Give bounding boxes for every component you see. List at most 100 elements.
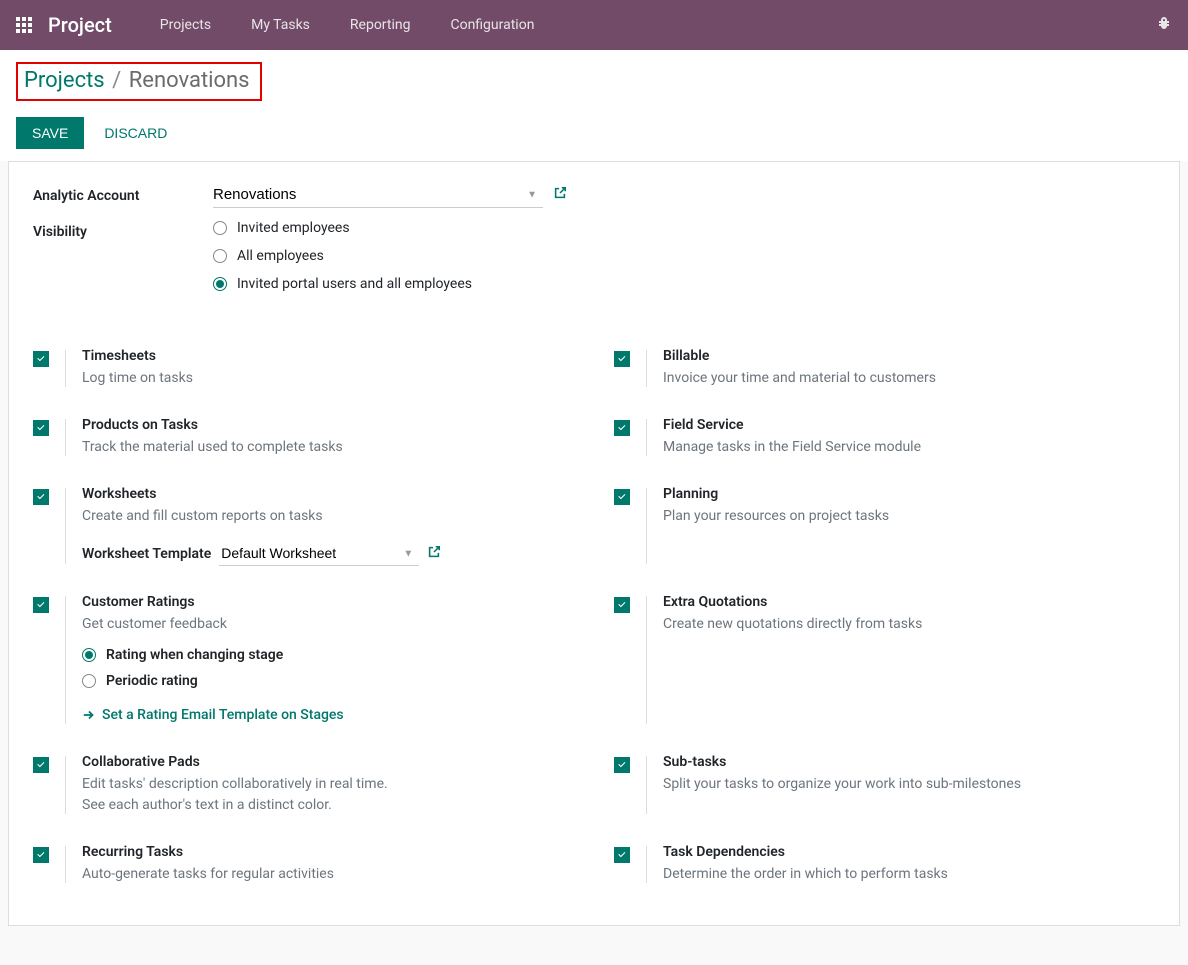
feature-title: Sub-tasks [663,754,1155,770]
feature-desc: Determine the order in which to perform … [663,864,1155,885]
feature-worksheets: Worksheets Create and fill custom report… [33,478,574,586]
feature-title: Products on Tasks [82,417,574,433]
link-text: Set a Rating Email Template on Stages [102,707,344,723]
checkbox-recurring-tasks[interactable] [33,847,49,863]
checkbox-timesheets[interactable] [33,351,49,367]
breadcrumb-root[interactable]: Projects [24,68,105,93]
feature-title: Billable [663,348,1155,364]
rating-option-stage[interactable]: Rating when changing stage [82,647,574,663]
apps-icon[interactable] [16,17,32,33]
feature-desc: Get customer feedback [82,614,574,635]
checkbox-worksheets[interactable] [33,489,49,505]
divider [646,846,647,883]
visibility-option-invited-employees[interactable]: Invited employees [213,220,1155,236]
divider [646,419,647,456]
radio-icon [213,221,227,235]
breadcrumb-bar: Projects / Renovations [0,50,1188,109]
visibility-option-all-employees[interactable]: All employees [213,248,1155,264]
checkbox-billable[interactable] [614,351,630,367]
features-grid: Timesheets Log time on tasks Billable In… [33,340,1155,905]
app-title: Project [48,13,112,37]
feature-desc: Create new quotations directly from task… [663,614,1155,635]
checkbox-sub-tasks[interactable] [614,757,630,773]
checkbox-planning[interactable] [614,489,630,505]
feature-planning: Planning Plan your resources on project … [614,478,1155,586]
checkbox-customer-ratings[interactable] [33,597,49,613]
feature-desc: Edit tasks' description collaboratively … [82,774,574,816]
feature-recurring-tasks: Recurring Tasks Auto-generate tasks for … [33,836,574,905]
divider [65,488,66,564]
nav-projects[interactable]: Projects [140,3,231,47]
feature-desc: Track the material used to complete task… [82,437,574,458]
feature-field-service: Field Service Manage tasks in the Field … [614,409,1155,478]
radio-label: Rating when changing stage [106,647,283,663]
top-navbar: Project Projects My Tasks Reporting Conf… [0,0,1188,50]
analytic-account-input[interactable] [213,182,543,208]
feature-task-dependencies: Task Dependencies Determine the order in… [614,836,1155,905]
feature-desc: Plan your resources on project tasks [663,506,1155,527]
divider [646,488,647,564]
feature-billable: Billable Invoice your time and material … [614,340,1155,409]
feature-customer-ratings: Customer Ratings Get customer feedback R… [33,586,574,746]
feature-desc: Create and fill custom reports on tasks [82,506,574,527]
worksheet-template-label: Worksheet Template [82,546,211,562]
nav-reporting[interactable]: Reporting [330,3,431,47]
worksheet-template-row: Worksheet Template ▼ [82,541,574,566]
radio-label: Invited portal users and all employees [237,276,472,292]
save-button[interactable]: SAVE [16,117,84,149]
analytic-account-row: Analytic Account ▼ [33,182,1155,208]
feature-desc: Invoice your time and material to custom… [663,368,1155,389]
divider [646,350,647,387]
radio-label: All employees [237,248,324,264]
divider [65,419,66,456]
rating-template-link[interactable]: Set a Rating Email Template on Stages [82,707,344,723]
feature-title: Task Dependencies [663,844,1155,860]
form-sheet: Analytic Account ▼ Visibility Invited em… [8,161,1180,926]
radio-icon [213,277,227,291]
breadcrumb: Projects / Renovations [16,62,262,101]
checkbox-collaborative-pads[interactable] [33,757,49,773]
feature-desc: Auto-generate tasks for regular activiti… [82,864,574,885]
feature-title: Worksheets [82,486,574,502]
feature-extra-quotations: Extra Quotations Create new quotations d… [614,586,1155,746]
visibility-option-invited-portal[interactable]: Invited portal users and all employees [213,276,1155,292]
radio-icon [213,249,227,263]
nav-configuration[interactable]: Configuration [430,3,554,47]
visibility-row: Visibility Invited employees All employe… [33,218,1155,292]
checkbox-field-service[interactable] [614,420,630,436]
feature-title: Field Service [663,417,1155,433]
breadcrumb-separator: / [112,68,121,93]
feature-desc: Log time on tasks [82,368,574,389]
worksheet-template-input[interactable] [219,541,419,566]
discard-button[interactable]: DISCARD [94,117,177,149]
feature-products-on-tasks: Products on Tasks Track the material use… [33,409,574,478]
action-bar: SAVE DISCARD [0,109,1188,161]
external-link-icon[interactable] [553,186,567,204]
nav-links: Projects My Tasks Reporting Configuratio… [140,3,555,47]
feature-title: Extra Quotations [663,594,1155,610]
bug-icon[interactable] [1156,15,1172,35]
analytic-account-label: Analytic Account [33,182,213,204]
checkbox-products[interactable] [33,420,49,436]
feature-title: Recurring Tasks [82,844,574,860]
radio-label: Invited employees [237,220,350,236]
radio-label: Periodic rating [106,673,198,689]
feature-title: Customer Ratings [82,594,574,610]
checkbox-task-dependencies[interactable] [614,847,630,863]
external-link-icon[interactable] [427,545,441,563]
feature-title: Collaborative Pads [82,754,574,770]
rating-radio-group: Rating when changing stage Periodic rati… [82,647,574,689]
radio-icon [82,648,96,662]
rating-option-periodic[interactable]: Periodic rating [82,673,574,689]
radio-icon [82,674,96,688]
visibility-label: Visibility [33,218,213,240]
breadcrumb-current: Renovations [129,68,250,93]
divider [65,350,66,387]
divider [646,596,647,724]
feature-title: Timesheets [82,348,574,364]
divider [646,756,647,814]
nav-my-tasks[interactable]: My Tasks [231,3,330,47]
divider [65,846,66,883]
feature-sub-tasks: Sub-tasks Split your tasks to organize y… [614,746,1155,836]
checkbox-extra-quotations[interactable] [614,597,630,613]
